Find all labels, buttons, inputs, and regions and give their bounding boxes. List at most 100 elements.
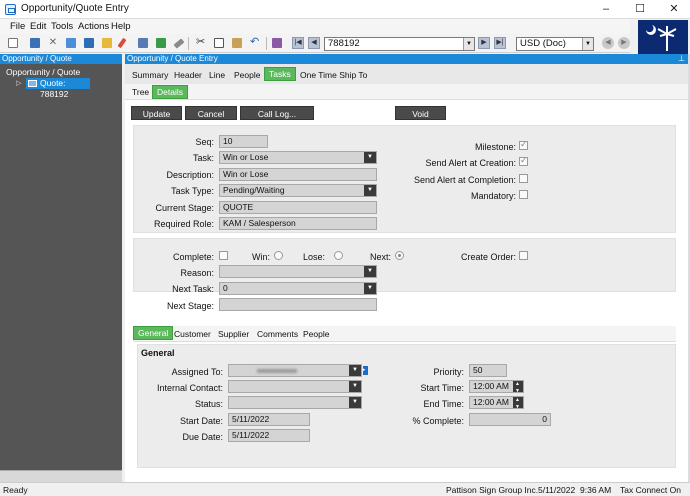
status-tax: Tax Connect On	[620, 485, 681, 495]
cancel-button[interactable]: Cancel	[185, 106, 237, 120]
chevron-down-icon[interactable]: ▼	[364, 283, 376, 294]
task-type-dropdown[interactable]: Pending/Waiting ▼	[219, 184, 377, 197]
reason-dropdown[interactable]: ▼	[219, 265, 377, 278]
subtab-details[interactable]: Details	[152, 85, 188, 99]
lose-radio[interactable]	[334, 251, 343, 260]
mandatory-label: Mandatory:	[470, 191, 516, 201]
clipboard-icon[interactable]	[232, 38, 242, 48]
folder-icon[interactable]	[102, 38, 112, 48]
call-log-button[interactable]: Call Log...	[240, 106, 314, 120]
seq-field[interactable]: 10	[219, 135, 268, 148]
record-selector[interactable]: 788192 ▼	[324, 37, 475, 51]
assigned-to-label: Assigned To:	[171, 367, 223, 377]
save-icon[interactable]	[30, 38, 40, 48]
chevron-down-icon[interactable]: ▼	[582, 38, 593, 50]
create-order-checkbox[interactable]	[519, 251, 528, 260]
required-role-field[interactable]: KAM / Salesperson	[219, 217, 377, 230]
start-date-field[interactable]: 5/11/2022	[228, 413, 310, 426]
void-button[interactable]: Void	[395, 106, 446, 120]
due-date-field[interactable]: 5/11/2022	[228, 429, 310, 442]
win-radio[interactable]	[274, 251, 283, 260]
next-record-icon[interactable]: ▶	[478, 37, 490, 49]
task-dropdown[interactable]: Win or Lose ▼	[219, 151, 377, 164]
completion-section-bg	[133, 238, 676, 292]
tab-customer[interactable]: Customer	[170, 327, 215, 341]
first-record-icon[interactable]: |◀	[292, 37, 304, 49]
tab-tasks[interactable]: Tasks	[264, 67, 296, 81]
assigned-to-dropdown[interactable]: ▼	[228, 364, 362, 377]
tab-people-bottom[interactable]: People	[299, 327, 333, 341]
internal-contact-dropdown[interactable]: ▼	[228, 380, 362, 393]
current-stage-field[interactable]: QUOTE	[219, 201, 377, 214]
excel-icon[interactable]	[156, 38, 166, 48]
grid-icon[interactable]	[84, 38, 94, 48]
tab-supplier[interactable]: Supplier	[214, 327, 253, 341]
next-stage-field[interactable]	[219, 298, 377, 311]
lose-label: Lose:	[303, 252, 326, 262]
description-label: Description:	[166, 170, 214, 180]
chevron-down-icon[interactable]: ▼	[463, 38, 474, 50]
tab-one-time-ship-to[interactable]: One Time Ship To	[296, 68, 371, 82]
previous-record-icon[interactable]: ◀	[308, 37, 320, 49]
menu-file[interactable]: File	[10, 21, 25, 32]
maximize-button[interactable]: ☐	[626, 1, 654, 17]
attach-icon[interactable]	[66, 38, 76, 48]
tab-general[interactable]: General	[133, 326, 174, 340]
next-task-dropdown[interactable]: 0 ▼	[219, 282, 377, 295]
flag-image	[638, 20, 688, 54]
update-button[interactable]: Update	[131, 106, 182, 120]
tab-line[interactable]: Line	[205, 68, 229, 82]
currency-selector[interactable]: USD (Doc) ▼	[516, 37, 594, 51]
menu-help[interactable]: Help	[111, 21, 131, 32]
tab-people[interactable]: People	[230, 68, 264, 82]
spinner-icon[interactable]	[513, 395, 523, 413]
complete-checkbox[interactable]	[219, 251, 228, 260]
priority-field[interactable]: 50	[469, 364, 507, 377]
tab-summary[interactable]: Summary	[128, 68, 172, 82]
app-icon	[5, 4, 16, 15]
back-icon[interactable]: ◀	[602, 37, 614, 49]
forward-icon[interactable]: ▶	[618, 37, 630, 49]
status-dropdown[interactable]: ▼	[228, 396, 362, 409]
alert-completion-checkbox[interactable]	[519, 174, 528, 183]
copy-icon[interactable]	[214, 38, 224, 48]
alert-creation-checkbox[interactable]	[519, 155, 528, 166]
menu-edit[interactable]: Edit	[30, 21, 46, 32]
task-value: Win or Lose	[223, 152, 269, 162]
subtab-tree[interactable]: Tree	[128, 85, 153, 99]
new-icon[interactable]	[8, 38, 18, 48]
cut-icon[interactable]: ✂	[196, 37, 206, 48]
tab-header[interactable]: Header	[170, 68, 206, 82]
chevron-down-icon[interactable]: ▼	[364, 152, 376, 163]
tree-item-quote[interactable]: Quote: 788192	[26, 78, 90, 99]
description-field[interactable]: Win or Lose	[219, 168, 377, 181]
undo-icon[interactable]: ↶	[250, 37, 260, 48]
end-time-label: End Time:	[423, 399, 464, 409]
minimize-button[interactable]: –	[592, 1, 620, 17]
tab-comments[interactable]: Comments	[253, 327, 302, 341]
chevron-down-icon[interactable]: ▼	[364, 185, 376, 196]
start-time-field[interactable]: 12:00 AM	[469, 379, 524, 397]
task-label: Task:	[192, 153, 214, 163]
close-button[interactable]: ✕	[660, 1, 688, 17]
spinner-icon[interactable]	[513, 379, 523, 397]
milestone-checkbox[interactable]	[519, 139, 528, 150]
paste-icon[interactable]	[138, 38, 148, 48]
toolbar-separator	[188, 37, 189, 50]
delete-icon[interactable]: ✕	[48, 38, 58, 48]
percent-complete-field[interactable]: 0	[469, 413, 551, 426]
menu-tools[interactable]: Tools	[51, 21, 73, 32]
menu-actions[interactable]: Actions	[78, 21, 109, 32]
currency-value: USD (Doc)	[520, 38, 566, 49]
last-record-icon[interactable]: ▶|	[494, 37, 506, 49]
start-time-label: Start Time:	[420, 383, 464, 393]
status-company: Pattison Sign Group Inc.	[446, 485, 539, 495]
mandatory-checkbox[interactable]	[519, 190, 528, 199]
pin-icon[interactable]: ⊥	[678, 55, 686, 63]
expand-icon[interactable]: ▷	[16, 79, 21, 87]
lookup-icon[interactable]	[272, 38, 282, 48]
tree-root[interactable]: Opportunity / Quote	[6, 67, 80, 77]
end-time-field[interactable]: 12:00 AM	[469, 395, 524, 413]
chevron-down-icon[interactable]: ▼	[364, 266, 376, 277]
toolbar-separator	[266, 37, 267, 50]
